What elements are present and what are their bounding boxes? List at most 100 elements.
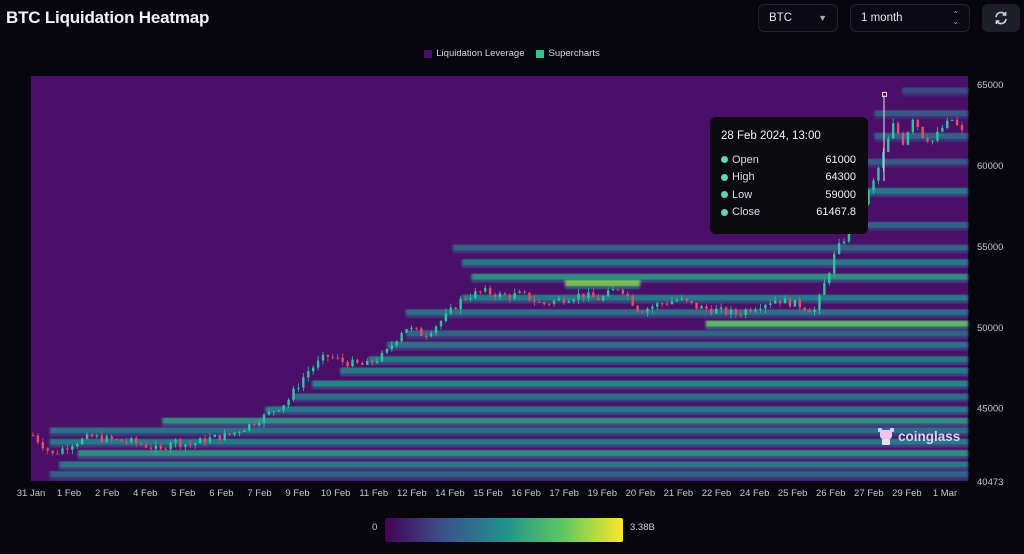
candle-body [331,356,335,358]
candle-body [690,300,693,303]
candle-body [788,298,792,307]
candle-body [503,293,507,295]
candle-body [272,411,276,413]
liquidation-band-shadow [705,326,968,330]
candle-body [606,290,610,297]
candle-body [469,298,472,300]
liquidation-band-shadow [471,279,968,283]
liquidation-band-shadow [902,93,968,97]
candle-body [321,354,325,361]
x-tick-label: 22 Feb [702,488,732,499]
candle-body [326,354,330,357]
candle-body [267,411,271,415]
colorbar-max-label: 3.38B [630,522,655,533]
candle-body [380,352,384,362]
x-tick-label: 1 Mar [933,488,957,499]
candle-body [80,438,84,445]
candle-body [238,432,241,434]
liquidation-band [405,330,968,337]
liquidation-band [874,110,968,117]
tooltip-title: 28 Feb 2024, 13:00 [721,130,821,142]
x-tick-label: 24 Feb [740,488,770,499]
color-scale: 0 3.38B [0,518,1024,542]
candle-body [833,253,836,274]
candle-body [675,299,679,302]
candle-body [474,291,477,299]
candle-body [936,131,939,141]
liquidation-band-shadow [162,423,968,427]
candle-body [56,453,59,455]
dot-icon [721,208,728,216]
candle-body [316,360,320,368]
x-tick-label: 25 Feb [778,488,808,499]
candle-body [449,307,453,314]
liquidation-band [59,461,969,468]
x-tick-label: 21 Feb [664,488,694,499]
candle-body [262,414,266,424]
candle-body [626,293,629,297]
heatmap-chart[interactable]: 65000 60000 55000 50000 45000 40473 31 Jan 1 F… [0,0,1024,510]
candle-body [248,423,251,431]
candle-body [154,445,158,449]
candle-body [601,296,605,301]
candle-body [223,433,226,441]
candle-body [513,293,516,299]
candle-body [739,314,743,316]
candle-body [636,305,639,312]
candle-body [179,439,182,447]
y-tick-label: 40473 [977,477,1003,488]
candle-body [818,295,821,310]
liquidation-band [855,158,968,165]
candle-body [488,288,492,295]
candle-body [710,308,713,314]
candle-body [631,296,634,306]
candle-body [415,327,418,329]
candle-body [395,341,398,346]
liquidation-band-shadow [59,467,969,471]
liquidation-band-shadow [405,315,968,319]
candle-body [366,360,369,365]
candle-body [252,423,256,426]
liquidation-band-shadow [387,347,968,351]
candle-body [292,388,295,400]
candle-body [439,321,443,327]
coinglass-watermark: coinglass [878,426,960,446]
liquidation-band-shadow [265,412,968,416]
x-tick-label: 17 Feb [549,488,579,499]
liquidation-band [340,367,969,374]
x-tick-label: 6 Feb [209,488,233,499]
candle-body [184,444,187,447]
x-tick-label: 5 Feb [171,488,195,499]
x-tick-label: 7 Feb [247,488,271,499]
tooltip-value: 59000 [825,188,856,201]
candle-body [901,133,905,145]
liquidation-band-shadow [405,336,968,340]
liquidation-band [902,87,968,94]
candle-body [95,435,99,437]
candle-body [351,359,354,367]
tooltip-row-high: High 64300 [721,169,856,187]
tooltip-label: Close [732,206,761,219]
candle-body [946,120,949,128]
liquidation-band [565,280,641,287]
candle-body [233,432,236,435]
candle-body [823,283,826,296]
candle-body [105,436,108,442]
candle-body [778,300,782,304]
candle-body [641,311,644,313]
y-tick-label: 65000 [977,80,1003,91]
candle-body [110,436,113,440]
candle-body [734,309,738,315]
candle-body [218,434,221,441]
candle-body [61,448,64,454]
candle-body [405,329,408,333]
candle-body [361,362,364,365]
candle-body [459,298,462,310]
candle-body [46,448,49,451]
candle-body [719,307,723,309]
candle-body [434,326,438,333]
x-tick-label: 27 Feb [854,488,884,499]
liquidation-band [77,450,969,457]
x-tick-label: 10 Feb [321,488,351,499]
x-tick-label: 4 Feb [133,488,157,499]
